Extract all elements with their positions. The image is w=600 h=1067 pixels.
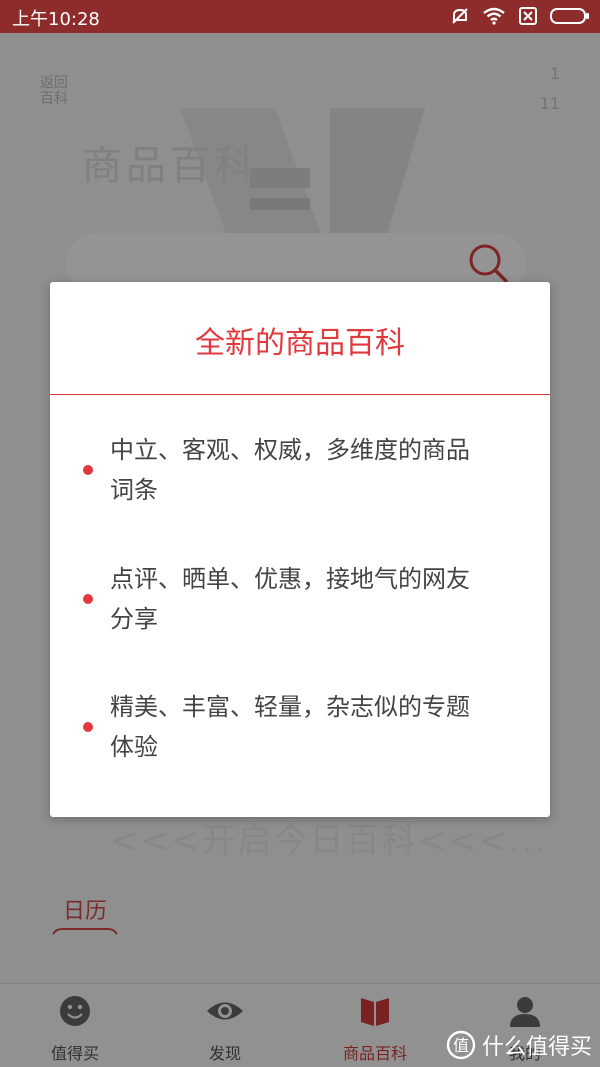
- watermark: 值 什么值得买: [446, 1029, 592, 1061]
- bullet-dot-icon: [83, 465, 93, 475]
- mute-icon: [452, 8, 468, 24]
- feature-text: 精美、丰富、轻量，杂志似的专题 体验: [110, 687, 520, 767]
- dialog-divider: [50, 394, 550, 395]
- watermark-logo-icon: 值: [446, 1030, 476, 1060]
- feature-line: 点评、晒单、优惠，接地气的网友: [110, 565, 470, 593]
- svg-text:值: 值: [453, 1036, 469, 1055]
- dialog-title: 全新的商品百科: [195, 326, 405, 361]
- battery-icon: [550, 8, 589, 24]
- feature-text: 中立、客观、权威，多维度的商品 词条: [110, 430, 520, 510]
- bullet-dot-icon: [83, 594, 93, 604]
- feature-line: 词条: [110, 476, 158, 504]
- watermark-text: 什么值得买: [481, 1035, 592, 1060]
- status-time: 上午10:28: [12, 9, 100, 30]
- wifi-icon: [483, 7, 505, 25]
- feature-text: 点评、晒单、优惠，接地气的网友 分享: [110, 559, 520, 639]
- intro-dialog: 全新的商品百科 中立、客观、权威，多维度的商品 词条 点评、晒单、优惠，接地气的…: [50, 282, 550, 817]
- no-sim-icon: [519, 7, 537, 25]
- status-icons: [450, 6, 590, 26]
- status-bar: 上午10:28: [0, 0, 600, 33]
- feature-line: 体验: [110, 733, 158, 761]
- feature-line: 分享: [110, 605, 158, 633]
- bullet-dot-icon: [83, 722, 93, 732]
- feature-line: 中立、客观、权威，多维度的商品: [110, 436, 470, 464]
- feature-line: 精美、丰富、轻量，杂志似的专题: [110, 693, 470, 721]
